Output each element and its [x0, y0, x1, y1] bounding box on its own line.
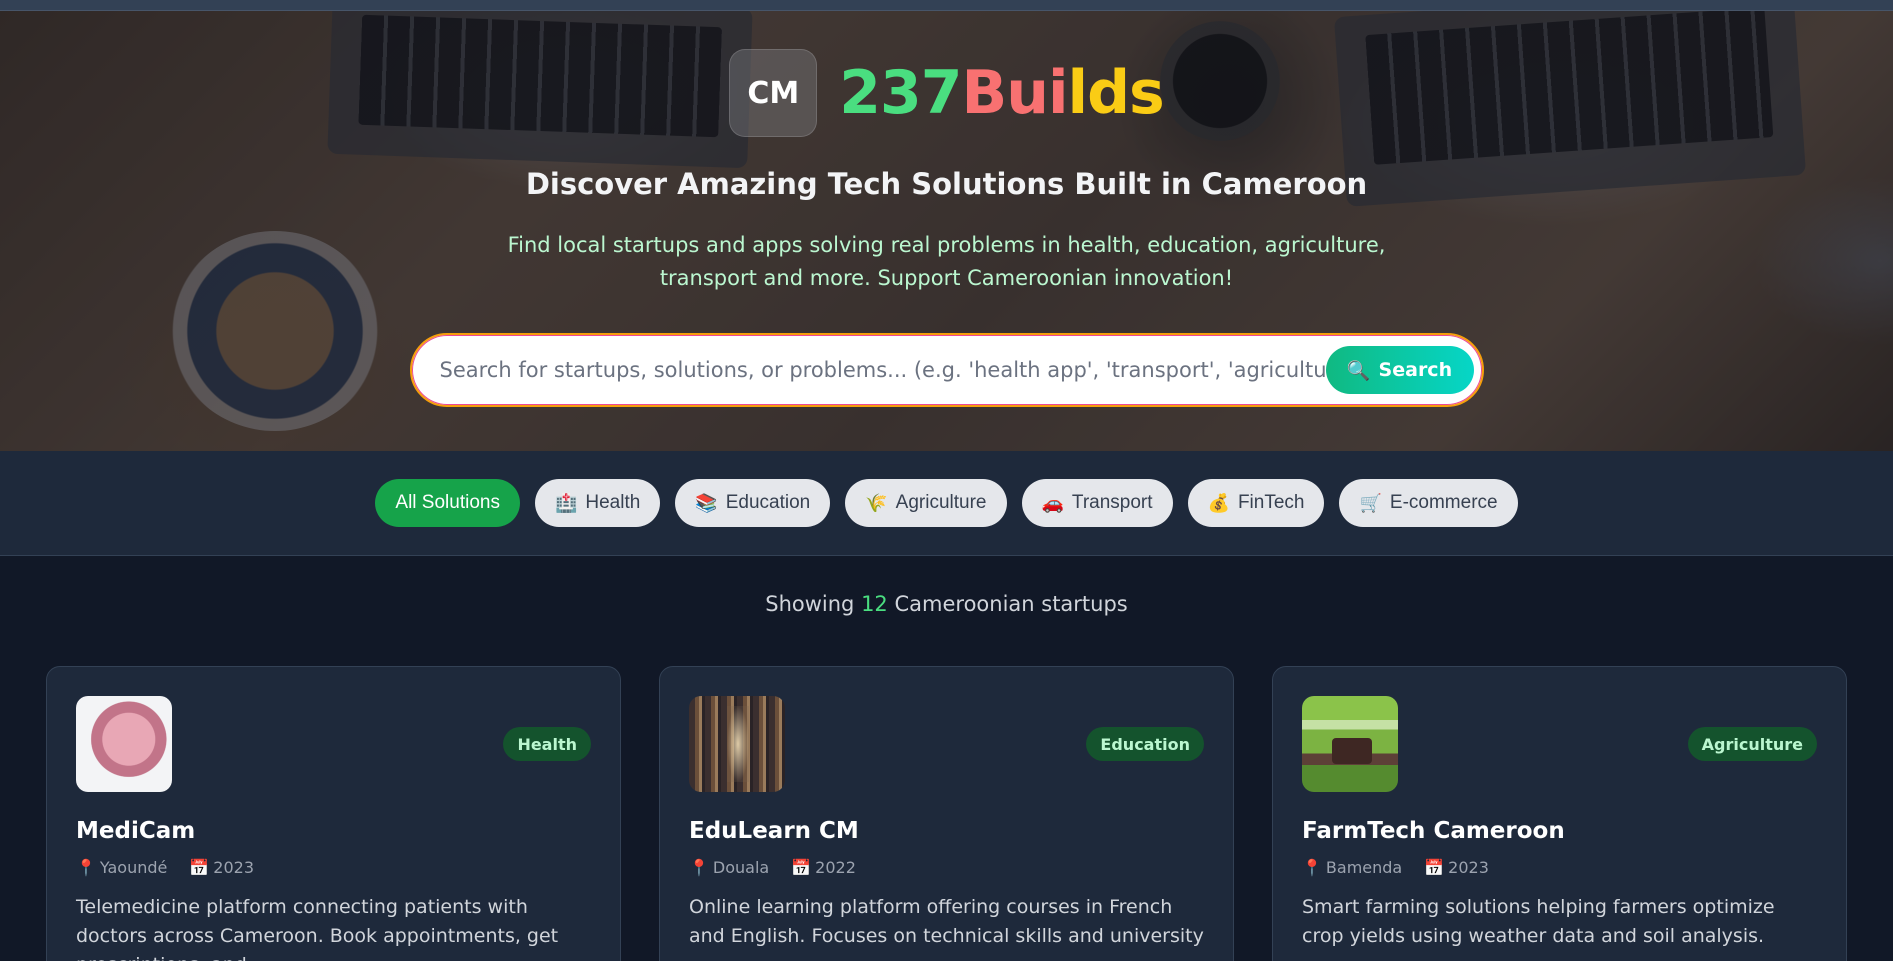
- filter-health[interactable]: 🏥 Health: [534, 479, 661, 527]
- startup-card[interactable]: Education EduLearn CM 📍 Douala 📅 2022 Onli…: [659, 666, 1234, 961]
- hero-description-line1: Find local startups and apps solving rea…: [507, 233, 1386, 257]
- card-header: Agriculture: [1302, 696, 1817, 792]
- category-badge: Education: [1086, 727, 1204, 761]
- year: 📅 2023: [1424, 858, 1489, 877]
- location: 📍 Yaoundé: [76, 858, 167, 877]
- site-title: 237Builds: [839, 58, 1165, 128]
- results-suffix: Cameroonian startups: [894, 592, 1128, 616]
- results-number: 12: [861, 592, 888, 616]
- startup-thumbnail: [689, 696, 785, 792]
- browser-top-strip: [0, 0, 1893, 11]
- site-title-part2: Bui: [961, 58, 1069, 128]
- results-count: Showing 12 Cameroonian startups: [0, 592, 1893, 616]
- filter-label: E-commerce: [1389, 492, 1498, 513]
- startup-thumbnail: [1302, 696, 1398, 792]
- category-filter-bar: All Solutions 🏥 Health 📚 Education 🌾 Agr…: [0, 451, 1893, 556]
- search-button-label: Search: [1378, 359, 1453, 381]
- filter-agriculture[interactable]: 🌾 Agriculture: [845, 479, 1007, 527]
- year-text: 2023: [213, 858, 255, 877]
- filter-label: All Solutions: [395, 492, 500, 513]
- location: 📍 Bamenda: [1302, 858, 1402, 877]
- shopping-cart-icon: 🛒: [1359, 492, 1382, 513]
- year: 📅 2023: [189, 858, 254, 877]
- startup-card[interactable]: Agriculture FarmTech Cameroon 📍 Bamenda 📅…: [1272, 666, 1847, 961]
- category-badge: Health: [503, 727, 591, 761]
- startup-meta: 📍 Bamenda 📅 2023: [1302, 858, 1817, 877]
- year-text: 2023: [1448, 858, 1489, 877]
- location-text: Bamenda: [1325, 858, 1403, 877]
- filter-all-solutions[interactable]: All Solutions: [375, 479, 520, 527]
- calendar-icon: 📅: [1424, 858, 1445, 877]
- filter-ecommerce[interactable]: 🛒 E-commerce: [1339, 479, 1518, 527]
- location-text: Douala: [712, 858, 770, 877]
- location-text: Yaoundé: [99, 858, 168, 877]
- filter-transport[interactable]: 🚗 Transport: [1021, 479, 1173, 527]
- startup-grid: Health MediCam 📍 Yaoundé 📅 2023 Telemedici…: [0, 666, 1893, 961]
- card-header: Education: [689, 696, 1204, 792]
- calendar-icon: 📅: [189, 858, 210, 877]
- hero-description: Find local startups and apps solving rea…: [0, 229, 1893, 295]
- startup-title[interactable]: FarmTech Cameroon: [1302, 818, 1817, 844]
- filter-label: Education: [725, 492, 811, 513]
- wheat-icon: 🌾: [865, 492, 888, 513]
- pin-icon: 📍: [689, 858, 709, 877]
- year-text: 2022: [815, 858, 856, 877]
- startup-title[interactable]: EduLearn CM: [689, 818, 1204, 844]
- category-badge: Agriculture: [1687, 727, 1817, 761]
- pin-icon: 📍: [1302, 858, 1322, 877]
- results-prefix: Showing: [765, 592, 855, 616]
- startup-meta: 📍 Yaoundé 📅 2023: [76, 858, 591, 877]
- filter-label: Transport: [1071, 492, 1153, 513]
- hospital-icon: 🏥: [554, 492, 578, 513]
- search-button[interactable]: 🔍 Search: [1325, 346, 1474, 394]
- hero-content: CM 237Builds Discover Amazing Tech Solut…: [0, 11, 1893, 407]
- search-icon: 🔍: [1346, 359, 1371, 382]
- site-title-part1: 237: [839, 58, 962, 128]
- startup-card[interactable]: Health MediCam 📍 Yaoundé 📅 2023 Telemedici…: [46, 666, 621, 961]
- site-title-part3: lds: [1067, 58, 1165, 128]
- brand: CM 237Builds: [0, 49, 1893, 137]
- filter-label: Agriculture: [895, 492, 987, 513]
- filter-fintech[interactable]: 💰 FinTech: [1187, 479, 1325, 527]
- startup-description: Telemedicine platform connecting patient…: [76, 896, 559, 961]
- startup-description: Online learning platform offering course…: [689, 896, 1204, 947]
- money-bag-icon: 💰: [1207, 492, 1230, 513]
- hero-section: CM 237Builds Discover Amazing Tech Solut…: [0, 11, 1893, 451]
- pin-icon: 📍: [76, 858, 96, 877]
- filter-label: FinTech: [1237, 492, 1305, 513]
- startup-description: Smart farming solutions helping farmers …: [1302, 896, 1775, 947]
- calendar-icon: 📅: [791, 858, 812, 877]
- location: 📍 Douala: [689, 858, 769, 877]
- year: 📅 2022: [791, 858, 856, 877]
- car-icon: 🚗: [1041, 492, 1064, 513]
- startup-meta: 📍 Douala 📅 2022: [689, 858, 1204, 877]
- logo: CM: [729, 49, 818, 137]
- filter-label: Health: [585, 492, 641, 513]
- startup-thumbnail: [76, 696, 172, 792]
- search-bar: 🔍 Search: [409, 333, 1484, 407]
- filter-education[interactable]: 📚 Education: [675, 479, 831, 527]
- hero-description-line2: transport and more. Support Cameroonian …: [659, 266, 1234, 290]
- card-header: Health: [76, 696, 591, 792]
- startup-title[interactable]: MediCam: [76, 818, 591, 844]
- hero-subtitle: Discover Amazing Tech Solutions Built in…: [525, 167, 1368, 201]
- search-input[interactable]: [411, 335, 1326, 405]
- books-icon: 📚: [695, 492, 718, 513]
